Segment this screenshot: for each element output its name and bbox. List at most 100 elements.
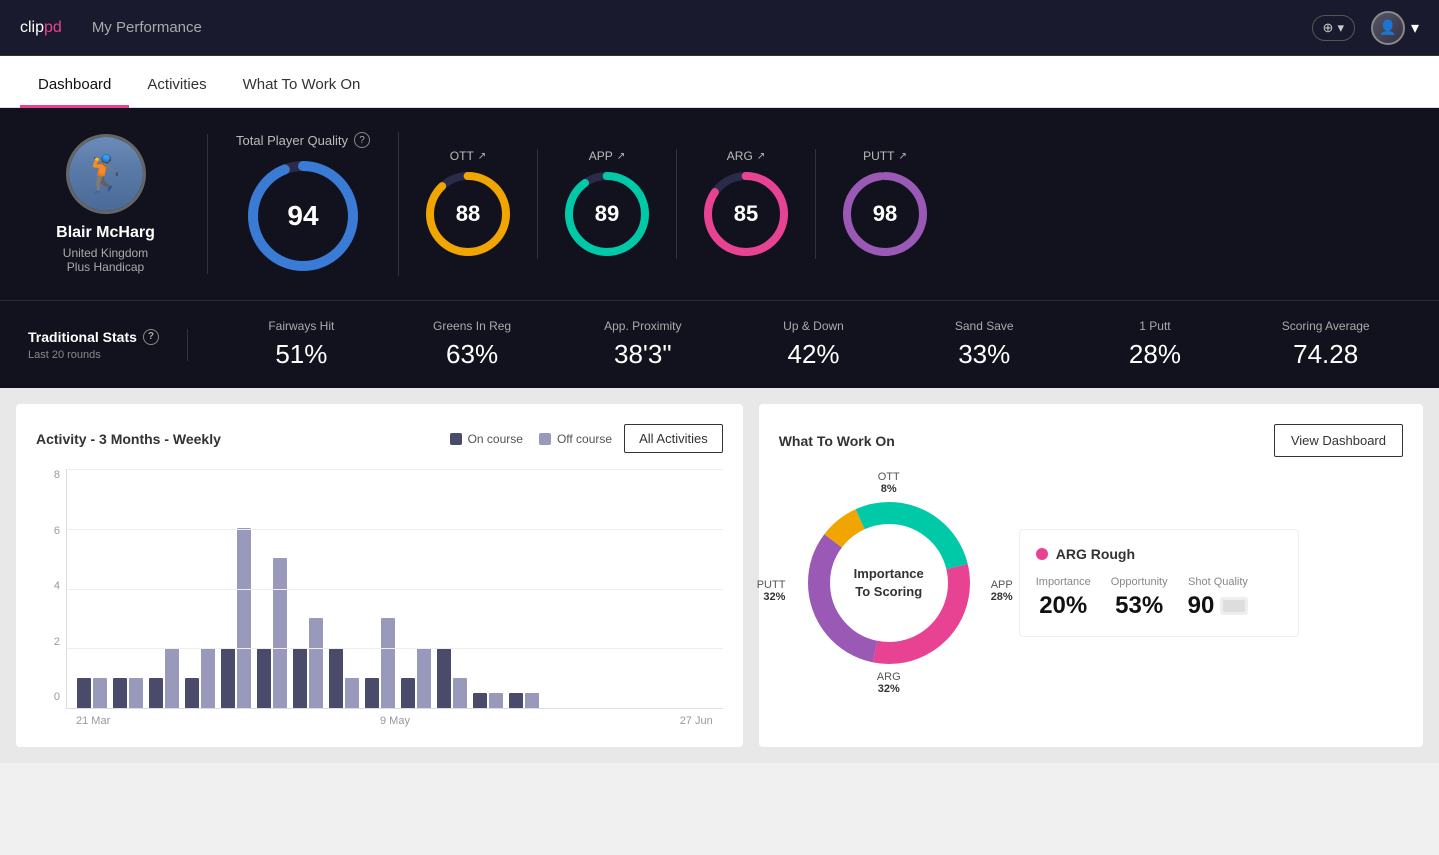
- stat-greens-value: 63%: [387, 339, 558, 370]
- what-to-work-on-panel: What To Work On View Dashboard: [759, 404, 1423, 747]
- stats-banner: 🏌️ Blair McHarg United Kingdom Plus Hand…: [0, 108, 1439, 300]
- donut-center-text: Importance To Scoring: [854, 565, 924, 601]
- stat-scoring: Scoring Average 74.28: [1240, 319, 1411, 370]
- bar-on-4: [185, 678, 199, 708]
- bar-on-12: [473, 693, 487, 708]
- view-dashboard-button[interactable]: View Dashboard: [1274, 424, 1403, 457]
- legend-on-course-dot: [450, 433, 462, 445]
- bar-group-3: [149, 648, 179, 708]
- trad-stats-info-icon[interactable]: ?: [143, 329, 159, 345]
- logo[interactable]: clippd: [20, 19, 62, 37]
- wtwo-metric-opportunity: Opportunity 53%: [1111, 576, 1168, 620]
- ott-gauge-item: OTT ↗ 88: [399, 149, 538, 259]
- stat-1putt-label: 1 Putt: [1070, 319, 1241, 333]
- metric-opportunity-value: 53%: [1111, 592, 1168, 620]
- trad-stats-title: Traditional Stats ?: [28, 329, 159, 345]
- grid-line-4: [67, 589, 723, 590]
- mini-gauge-group: OTT ↗ 88 APP ↗: [399, 149, 1411, 259]
- grid-line-2: [67, 648, 723, 649]
- stat-sandsave-label: Sand Save: [899, 319, 1070, 333]
- arg-rough-card-title: ARG Rough: [1036, 546, 1282, 562]
- bar-off-7: [309, 618, 323, 708]
- ott-trend-icon: ↗: [478, 151, 486, 162]
- donut-chart-wrapper: Importance To Scoring OTT 8% APP 28% ARG…: [779, 473, 999, 693]
- stat-scoring-value: 74.28: [1240, 339, 1411, 370]
- avatar: 👤: [1371, 11, 1405, 45]
- metric-shotquality-label: Shot Quality: [1188, 576, 1249, 588]
- y-label-4: 4: [36, 580, 60, 592]
- header: clippd My Performance ⊕ ▾ 👤 ▾: [0, 0, 1439, 56]
- bar-group-7: [293, 618, 323, 708]
- putt-value: 98: [873, 201, 897, 227]
- all-activities-button[interactable]: All Activities: [624, 424, 723, 453]
- bar-on-9: [365, 678, 379, 708]
- chart-legend: On course Off course: [450, 432, 613, 446]
- chart-area: [66, 469, 723, 709]
- player-name: Blair McHarg: [56, 224, 155, 242]
- bar-group-9: [365, 618, 395, 708]
- bar-group-5: [221, 528, 251, 708]
- header-actions: ⊕ ▾ 👤 ▾: [1312, 11, 1419, 45]
- app-label: APP ↗: [589, 149, 625, 163]
- player-handicap: Plus Handicap: [67, 260, 144, 274]
- wtwo-metric-importance: Importance 20%: [1036, 576, 1091, 620]
- activity-panel-header: Activity - 3 Months - Weekly On course O…: [36, 424, 723, 453]
- metric-importance-label: Importance: [1036, 576, 1091, 588]
- trad-stats-sub: Last 20 rounds: [28, 349, 159, 361]
- bar-on-7: [293, 648, 307, 708]
- arg-gauge: 85: [701, 169, 791, 259]
- avatar-chevron: ▾: [1411, 18, 1419, 38]
- traditional-stats: Traditional Stats ? Last 20 rounds Fairw…: [0, 300, 1439, 388]
- tab-dashboard[interactable]: Dashboard: [20, 62, 129, 108]
- arg-trend-icon: ↗: [757, 151, 765, 162]
- y-label-0: 0: [36, 691, 60, 703]
- bar-off-6: [273, 558, 287, 708]
- y-label-2: 2: [36, 636, 60, 648]
- metric-opportunity-label: Opportunity: [1111, 576, 1168, 588]
- stat-proximity-label: App. Proximity: [557, 319, 728, 333]
- donut-label-ott: OTT 8%: [878, 471, 900, 495]
- tab-what-to-work-on[interactable]: What To Work On: [225, 62, 379, 108]
- bar-group-1: [77, 678, 107, 708]
- tpq-info-icon[interactable]: ?: [354, 132, 370, 148]
- tpq-label: Total Player Quality ?: [236, 132, 370, 148]
- donut-center-line1: Importance: [854, 565, 924, 583]
- app-gauge-item: APP ↗ 89: [538, 149, 677, 259]
- bar-off-12: [489, 693, 503, 708]
- add-button[interactable]: ⊕ ▾: [1312, 15, 1355, 41]
- arg-label: ARG ↗: [727, 149, 765, 163]
- wtwo-content: Importance To Scoring OTT 8% APP 28% ARG…: [779, 473, 1403, 693]
- bar-group-12: [473, 693, 503, 708]
- shot-quality-bar: [1220, 597, 1248, 615]
- bar-off-2: [129, 678, 143, 708]
- bar-off-13: [525, 693, 539, 708]
- legend-on-course-label: On course: [468, 432, 523, 446]
- total-player-quality: Total Player Quality ? 94: [236, 132, 399, 276]
- user-avatar-button[interactable]: 👤 ▾: [1371, 11, 1419, 45]
- player-avatar: 🏌️: [66, 134, 146, 214]
- bar-on-13: [509, 693, 523, 708]
- add-chevron: ▾: [1337, 20, 1344, 36]
- bar-on-6: [257, 648, 271, 708]
- bar-on-11: [437, 648, 451, 708]
- donut-center-line2: To Scoring: [854, 583, 924, 601]
- nav-tabs: Dashboard Activities What To Work On: [0, 56, 1439, 108]
- stat-fairways-value: 51%: [216, 339, 387, 370]
- bar-on-1: [77, 678, 91, 708]
- ott-value: 88: [456, 201, 480, 227]
- bar-off-3: [165, 648, 179, 708]
- activity-panel: Activity - 3 Months - Weekly On course O…: [16, 404, 743, 747]
- stat-sandsave: Sand Save 33%: [899, 319, 1070, 370]
- tab-activities[interactable]: Activities: [129, 62, 224, 108]
- stat-proximity: App. Proximity 38'3": [557, 319, 728, 370]
- legend-off-course: Off course: [539, 432, 612, 446]
- wtwo-metric-shotquality: Shot Quality 90: [1188, 576, 1249, 620]
- bar-on-3: [149, 678, 163, 708]
- chart-x-labels: 21 Mar 9 May 27 Jun: [66, 709, 723, 727]
- x-label-mar: 21 Mar: [76, 715, 110, 727]
- donut-label-putt: PUTT 32%: [757, 579, 786, 603]
- arg-rough-dot: [1036, 548, 1048, 560]
- donut-label-arg: ARG 32%: [877, 671, 901, 695]
- wtwo-panel-title: What To Work On: [779, 433, 895, 449]
- legend-off-course-dot: [539, 433, 551, 445]
